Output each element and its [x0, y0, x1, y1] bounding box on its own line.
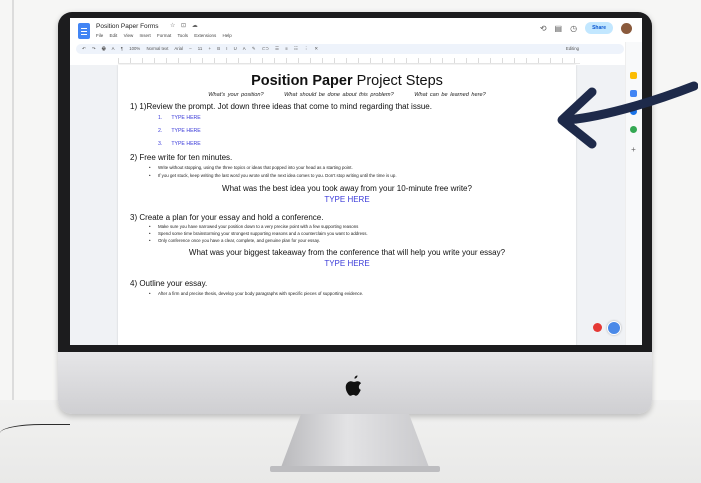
- step1-heading: 1) 1)Review the prompt. Jot down three i…: [130, 102, 432, 111]
- avatar[interactable]: [621, 22, 632, 34]
- step3-bullet-3: Only conference once you have a clear, c…: [149, 238, 320, 243]
- link-icon[interactable]: ⊂⊃: [262, 46, 269, 51]
- arrow-pointer-icon: [557, 81, 698, 149]
- apple-logo-icon: [345, 375, 362, 396]
- font-select[interactable]: Arial: [174, 46, 183, 51]
- step1-item-3[interactable]: 3. TYPE HERE: [158, 141, 201, 147]
- step1-item-2[interactable]: 2. TYPE HERE: [158, 128, 201, 134]
- menu-edit[interactable]: Edit: [110, 33, 118, 38]
- print-icon[interactable]: 🖶: [102, 46, 106, 51]
- step3-heading: 3) Create a plan for your essay and hold…: [130, 213, 324, 222]
- meet-icon[interactable]: ◷: [570, 24, 577, 33]
- step1-item-1[interactable]: 1. TYPE HERE: [158, 115, 201, 121]
- header-actions: ⟲ ▤ ◷ Share: [540, 22, 632, 34]
- star-move-cloud-icons[interactable]: ☆ ⊡ ☁: [170, 22, 200, 29]
- menu-view[interactable]: View: [124, 33, 134, 38]
- explore-icon[interactable]: [607, 321, 621, 335]
- page-title: Position Paper Project Steps: [251, 73, 443, 89]
- step4-heading: 4) Outline your essay.: [130, 279, 208, 288]
- spellcheck-icon[interactable]: A: [112, 46, 115, 51]
- zoom-select[interactable]: 100%: [129, 46, 140, 51]
- step2-question: What was the best idea you took away fro…: [222, 184, 472, 193]
- docs-icon[interactable]: [78, 23, 90, 39]
- step2-bullet-2: If you get stuck, keep writing the last …: [149, 173, 397, 178]
- menu-insert[interactable]: Insert: [140, 33, 151, 38]
- font-size-decrease[interactable]: –: [189, 46, 191, 51]
- question-1: What's your position?: [208, 92, 264, 98]
- step4-bullet-1: After a firm and precise thesis, develop…: [149, 291, 363, 296]
- document-canvas: Position Paper Project Steps What's your…: [70, 65, 626, 345]
- document-page[interactable]: Position Paper Project Steps What's your…: [118, 65, 576, 345]
- history-icon[interactable]: ⟲: [540, 24, 547, 33]
- menu-bar: File Edit View Insert Format Tools Exten…: [96, 33, 237, 38]
- screen: Position Paper Forms ☆ ⊡ ☁ File Edit Vie…: [70, 18, 642, 345]
- step2-heading: 2) Free write for ten minutes.: [130, 153, 233, 162]
- highlight-icon[interactable]: ✎: [252, 46, 256, 51]
- italic-button[interactable]: I: [226, 46, 227, 51]
- editing-mode-select[interactable]: Editing: [566, 44, 579, 54]
- question-2: What should be done about this problem?: [284, 92, 394, 98]
- redo-icon[interactable]: ↷: [92, 46, 96, 51]
- underline-button[interactable]: U: [234, 46, 237, 51]
- step3-bullet-2: Spend some time brainstorming your stron…: [149, 231, 368, 236]
- step3-bullet-1: Make sure you have narrowed your positio…: [149, 224, 358, 229]
- bold-button[interactable]: B: [217, 46, 220, 51]
- align-icon[interactable]: ☰: [275, 46, 279, 51]
- assistant-icon[interactable]: [593, 323, 602, 332]
- doc-title[interactable]: Position Paper Forms: [96, 23, 159, 30]
- menu-tools[interactable]: Tools: [177, 33, 188, 38]
- menu-file[interactable]: File: [96, 33, 103, 38]
- share-button[interactable]: Share: [585, 22, 613, 34]
- power-cable: [0, 424, 70, 439]
- step3-answer[interactable]: TYPE HERE: [118, 259, 576, 268]
- question-3: What can be learned here?: [414, 92, 486, 98]
- more-icon[interactable]: ⋮: [304, 46, 308, 51]
- font-size-input[interactable]: 11: [198, 46, 202, 51]
- clear-format-icon[interactable]: ✕: [314, 46, 318, 51]
- menu-help[interactable]: Help: [223, 33, 232, 38]
- guiding-questions: What's your position? What should be don…: [118, 92, 576, 98]
- text-color-button[interactable]: A: [243, 46, 246, 51]
- comment-icon[interactable]: ▤: [555, 24, 563, 33]
- step2-answer[interactable]: TYPE HERE: [118, 195, 576, 204]
- style-select[interactable]: Normal text: [146, 46, 168, 51]
- formatting-toolbar: ↶ ↷ 🖶 A ¶ 100% Normal text Arial – 11 + …: [76, 44, 624, 54]
- undo-icon[interactable]: ↶: [82, 46, 86, 51]
- list-icon[interactable]: ☷: [294, 46, 298, 51]
- step2-bullet-1: Write without stopping, using the three …: [149, 165, 353, 170]
- imac-stand: [280, 414, 430, 470]
- menu-format[interactable]: Format: [157, 33, 171, 38]
- step3-question: What was your biggest takeaway from the …: [188, 248, 506, 257]
- paint-format-icon[interactable]: ¶: [121, 46, 123, 51]
- font-size-increase[interactable]: +: [208, 46, 211, 51]
- imac-stand-base: [270, 466, 440, 472]
- menu-extensions[interactable]: Extensions: [194, 33, 216, 38]
- line-spacing-icon[interactable]: ≡: [285, 46, 288, 51]
- ruler[interactable]: [118, 58, 580, 64]
